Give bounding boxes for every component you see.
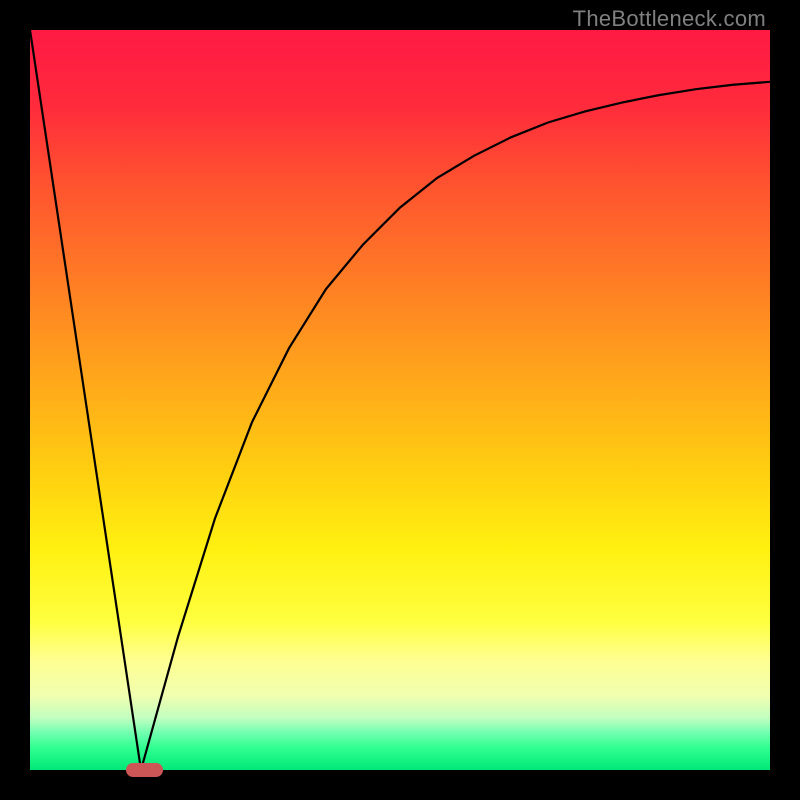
plot-area [30, 30, 770, 770]
watermark-text: TheBottleneck.com [573, 6, 766, 32]
curve-overlay [30, 30, 770, 770]
chart-container: TheBottleneck.com [0, 0, 800, 800]
right-curve-line [141, 82, 770, 770]
optimal-marker [126, 763, 163, 777]
left-slope-line [30, 30, 141, 770]
